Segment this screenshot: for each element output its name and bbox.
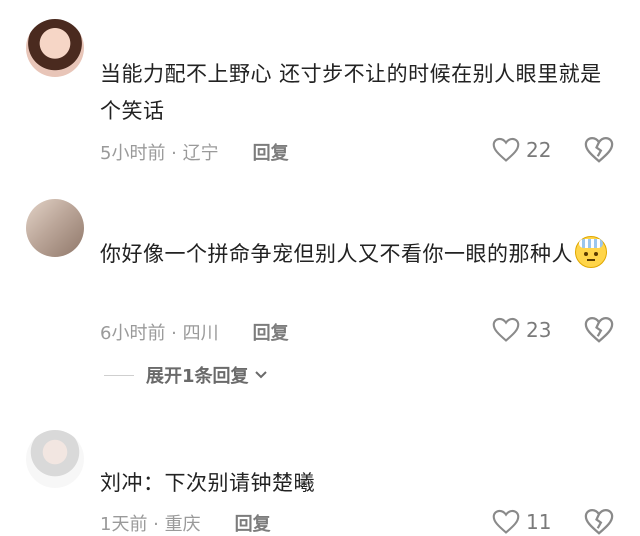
comment-text-content: 你好像一个拼命争宠但别人又不看你一眼的那种人 [100,242,573,266]
comment-meta: 5小时前 · 辽宁 回复 [100,139,289,165]
comment-text: 当能力配不上野心 还寸步不让的时候在别人眼里就是个笑话 [100,62,602,123]
like-count: 23 [526,318,552,342]
broken-heart-icon[interactable] [584,316,614,344]
time-location: 6小时前 · 四川 [100,323,219,344]
mind-blown-emoji-icon [575,236,607,268]
expand-replies-button[interactable]: 展开1条回复 [104,362,269,388]
avatar[interactable] [26,199,84,257]
heart-outline-icon [492,317,520,342]
comment-meta: 1天前 · 重庆 回复 [100,510,271,536]
reply-button[interactable]: 回复 [235,510,271,536]
time-location: 5小时前 · 辽宁 [100,143,219,164]
like-count: 11 [526,510,552,534]
broken-heart-icon[interactable] [584,136,614,164]
avatar[interactable] [26,430,84,488]
chevron-down-icon [254,371,267,379]
like-button[interactable]: 22 [492,137,551,163]
heart-outline-icon [492,509,520,534]
comment-text: 你好像一个拼命争宠但别人又不看你一眼的那种人 [100,236,620,273]
comment-meta: 6小时前 · 四川 回复 [100,319,289,345]
reply-button[interactable]: 回复 [253,319,289,345]
like-button[interactable]: 11 [492,509,551,535]
like-button[interactable]: 23 [492,317,551,343]
time-location: 1天前 · 重庆 [100,514,201,535]
comment-text: 刘冲：下次别请钟楚曦 [100,471,315,495]
expand-replies-label: 展开1条回复 [146,366,249,387]
avatar[interactable] [26,19,84,77]
heart-outline-icon [492,137,520,162]
divider [104,374,134,376]
broken-heart-icon[interactable] [584,508,614,536]
reply-button[interactable]: 回复 [253,139,289,165]
like-count: 22 [526,138,552,162]
